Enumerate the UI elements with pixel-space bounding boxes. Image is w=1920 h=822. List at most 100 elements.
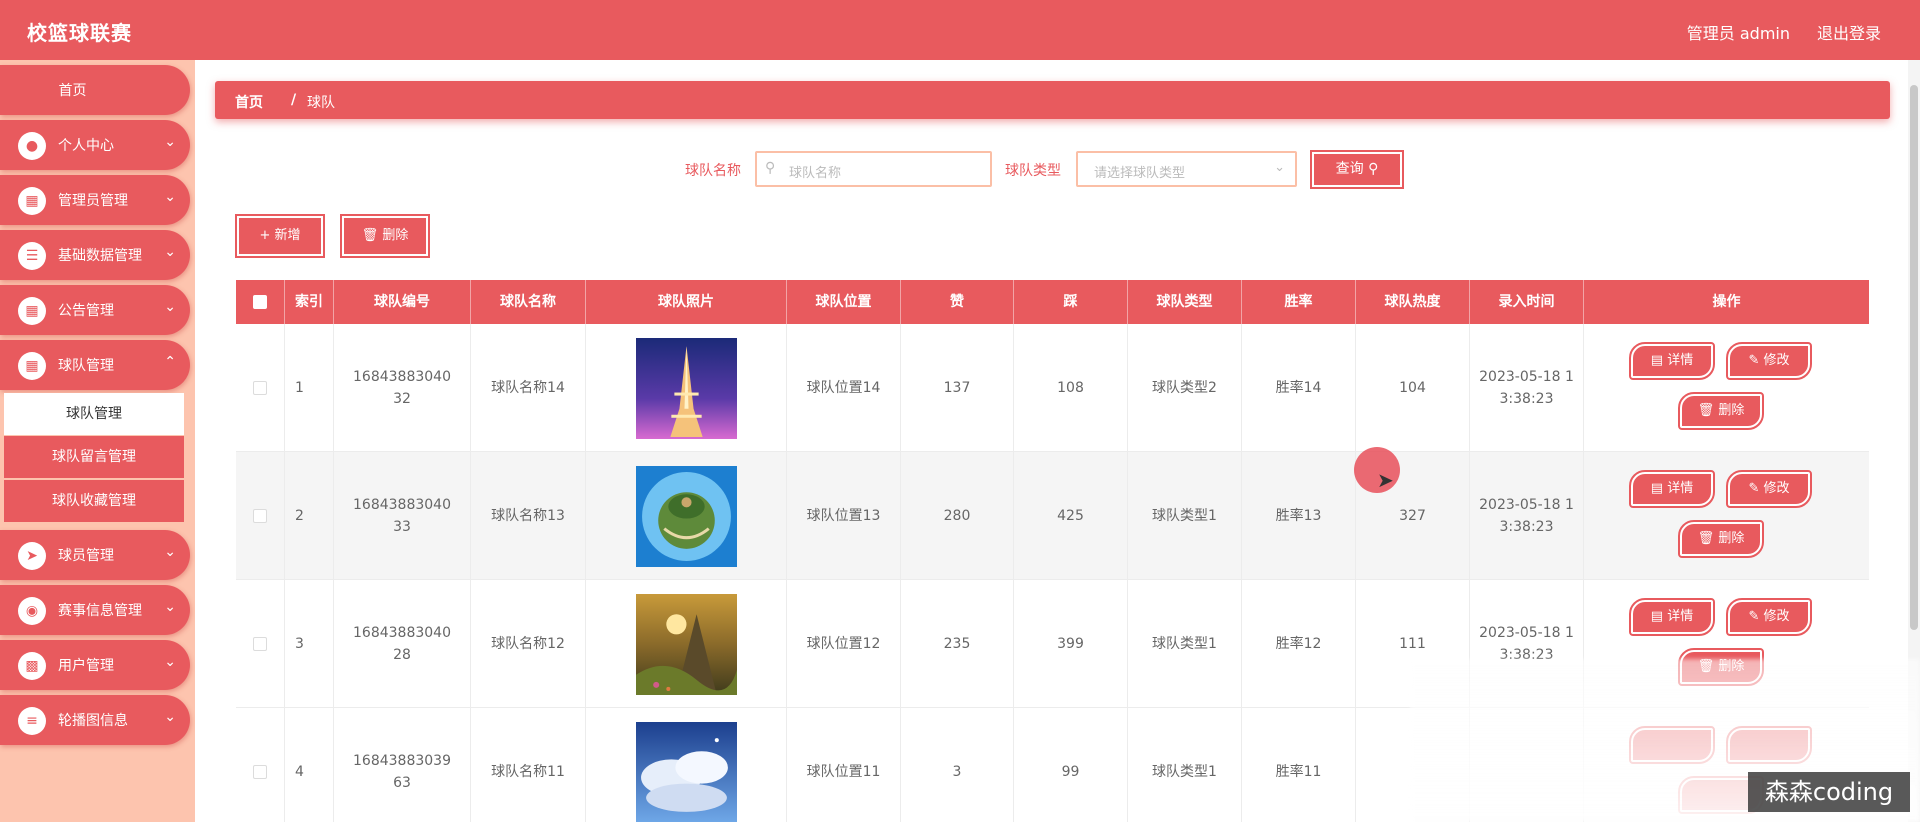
- sidebar-item-user[interactable]: ▩ 用户管理 ⌄: [0, 640, 190, 690]
- team-code-text: 1684388304033: [353, 497, 451, 535]
- team-name-search-input[interactable]: ⚲ 球队名称: [755, 151, 992, 187]
- detail-label: 详情: [1667, 481, 1694, 496]
- table-row: 2 1684388304033 球队名称13 球队位置13 280 425 球队…: [236, 452, 1869, 580]
- team-type-select[interactable]: 请选择球队类型 ⌄: [1076, 151, 1297, 187]
- sidebar-item-label: 个人中心: [58, 138, 114, 154]
- sidebar-subitem-team-messages[interactable]: 球队留言管理: [4, 436, 184, 478]
- delete-label: 删除: [382, 228, 409, 243]
- row-delete-button[interactable]: 🗑 删除: [1678, 392, 1764, 430]
- row-checkbox[interactable]: [253, 765, 267, 779]
- detail-button[interactable]: ▤ 详情: [1629, 470, 1715, 508]
- row-checkbox[interactable]: [253, 637, 267, 651]
- row-delete-button[interactable]: 🗑 删除: [1678, 520, 1764, 558]
- team-photo[interactable]: [635, 465, 737, 567]
- index-cell: 3: [285, 580, 334, 708]
- breadcrumb-current: 球队: [307, 95, 335, 111]
- team-type-cell: 球队类型1: [1128, 580, 1242, 708]
- operation-cell: ▤ 详情 ✎ 修改 🗑 删除: [1584, 452, 1869, 580]
- mouse-cursor-icon: ➤: [1377, 468, 1394, 492]
- grid-icon: ▦: [18, 352, 46, 380]
- chevron-down-icon: ⌄: [164, 244, 176, 260]
- current-user-label: 管理员 admin: [1686, 24, 1790, 43]
- chevron-down-icon: ⌄: [164, 544, 176, 560]
- chevron-down-icon: ⌄: [164, 654, 176, 670]
- add-button[interactable]: + 新增: [235, 214, 325, 258]
- chevron-down-icon: ⌄: [164, 299, 176, 315]
- query-button[interactable]: 查询 ⚲: [1310, 150, 1404, 189]
- sidebar-item-base-data[interactable]: ☰ 基础数据管理 ⌄: [0, 230, 190, 280]
- index-cell: 2: [285, 452, 334, 580]
- sidebar-item-label: 管理员管理: [58, 193, 128, 209]
- column-header: 踩: [1014, 280, 1128, 324]
- delete-label: 删除: [1718, 403, 1745, 418]
- team-photo[interactable]: [635, 593, 737, 695]
- user-icon: ●: [18, 132, 46, 160]
- edit-label: 修改: [1763, 481, 1790, 496]
- like-count-cell: 235: [901, 580, 1014, 708]
- like-count-cell: 3: [901, 708, 1014, 822]
- location-icon: ◉: [18, 597, 46, 625]
- team-type-cell: 球队类型2: [1128, 324, 1242, 452]
- sidebar-item-label: 球队管理: [58, 358, 114, 374]
- team-position-cell: 球队位置14: [787, 324, 901, 452]
- column-header: 操作: [1712, 294, 1741, 310]
- edit-button[interactable]: ✎ 修改: [1726, 470, 1812, 508]
- sidebar-item-personal-center[interactable]: ● 个人中心 ⌄: [0, 120, 190, 170]
- row-checkbox[interactable]: [253, 509, 267, 523]
- grid-icon: ▦: [18, 187, 46, 215]
- watermark: 森森coding: [1748, 772, 1910, 812]
- row-checkbox-cell[interactable]: [236, 452, 285, 580]
- delete-button[interactable]: 🗑 删除: [340, 214, 430, 258]
- team-photo-cell: [586, 580, 787, 708]
- sidebar-item-player[interactable]: ➤ 球员管理 ⌄: [0, 530, 190, 580]
- dislike-count-cell: 99: [1014, 708, 1128, 822]
- edit-button[interactable]: ✎ 修改: [1726, 598, 1812, 636]
- detail-button[interactable]: ▤ 详情: [1629, 598, 1715, 636]
- entry-time-cell: 2023-05-18 13:38:23: [1470, 452, 1584, 580]
- team-photo[interactable]: [635, 721, 737, 822]
- row-checkbox-cell[interactable]: [236, 580, 285, 708]
- edit-label: 修改: [1763, 353, 1790, 368]
- select-placeholder: 请选择球队类型: [1094, 166, 1186, 181]
- team-photo[interactable]: [635, 337, 737, 439]
- team-heat-cell: 104: [1356, 324, 1470, 452]
- column-header: 胜率: [1242, 280, 1356, 324]
- breadcrumb-home[interactable]: 首页: [235, 92, 263, 112]
- team-name-label: 球队名称: [685, 163, 741, 179]
- sidebar-subitem-team-management[interactable]: 球队管理: [4, 393, 184, 435]
- logout-link[interactable]: 退出登录: [1817, 20, 1881, 44]
- sidebar-item-notice[interactable]: ▦ 公告管理 ⌄: [0, 285, 190, 335]
- select-all-checkbox[interactable]: [236, 280, 285, 324]
- sidebar-item-match-info[interactable]: ◉ 赛事信息管理 ⌄: [0, 585, 190, 635]
- team-name-cell: 球队名称11: [471, 708, 586, 822]
- team-name-cell: 球队名称13: [471, 452, 586, 580]
- cart-icon: ▩: [18, 652, 46, 680]
- chevron-down-icon: ⌄: [164, 134, 176, 150]
- row-checkbox-cell[interactable]: [236, 708, 285, 822]
- edit-button[interactable]: ✎ 修改: [1726, 342, 1812, 380]
- index-cell: 4: [285, 708, 334, 822]
- sidebar-item-label: 基础数据管理: [58, 248, 142, 264]
- team-position-cell: 球队位置11: [787, 708, 901, 822]
- column-header: 录入时间: [1470, 280, 1584, 324]
- sliders-icon: ≡: [18, 707, 46, 735]
- sidebar-item-home[interactable]: 首页: [0, 65, 190, 115]
- team-type-label: 球队类型: [1005, 163, 1061, 179]
- sidebar-subitem-team-favorites[interactable]: 球队收藏管理: [4, 480, 184, 522]
- column-header: 球队名称: [471, 280, 586, 324]
- sidebar-item-admin-management[interactable]: ▦ 管理员管理 ⌄: [0, 175, 190, 225]
- detail-button[interactable]: ▤ 详情: [1629, 342, 1715, 380]
- sidebar-item-label: 轮播图信息: [58, 713, 128, 729]
- scrollbar-thumb[interactable]: [1910, 85, 1918, 630]
- row-checkbox-cell[interactable]: [236, 324, 285, 452]
- team-code-text: 1684388303963: [353, 753, 451, 791]
- edit-icon: ✎: [1748, 609, 1764, 624]
- sidebar-item-carousel[interactable]: ≡ 轮播图信息 ⌄: [0, 695, 190, 745]
- column-header: 球队位置: [787, 280, 901, 324]
- row-checkbox[interactable]: [253, 381, 267, 395]
- sidebar-item-label: 首页: [58, 83, 87, 99]
- document-icon: ▤: [1650, 609, 1668, 624]
- sidebar-item-team[interactable]: ▦ 球队管理 ⌃: [0, 340, 190, 390]
- team-type-cell: 球队类型1: [1128, 708, 1242, 822]
- win-rate-cell: 胜率14: [1242, 324, 1356, 452]
